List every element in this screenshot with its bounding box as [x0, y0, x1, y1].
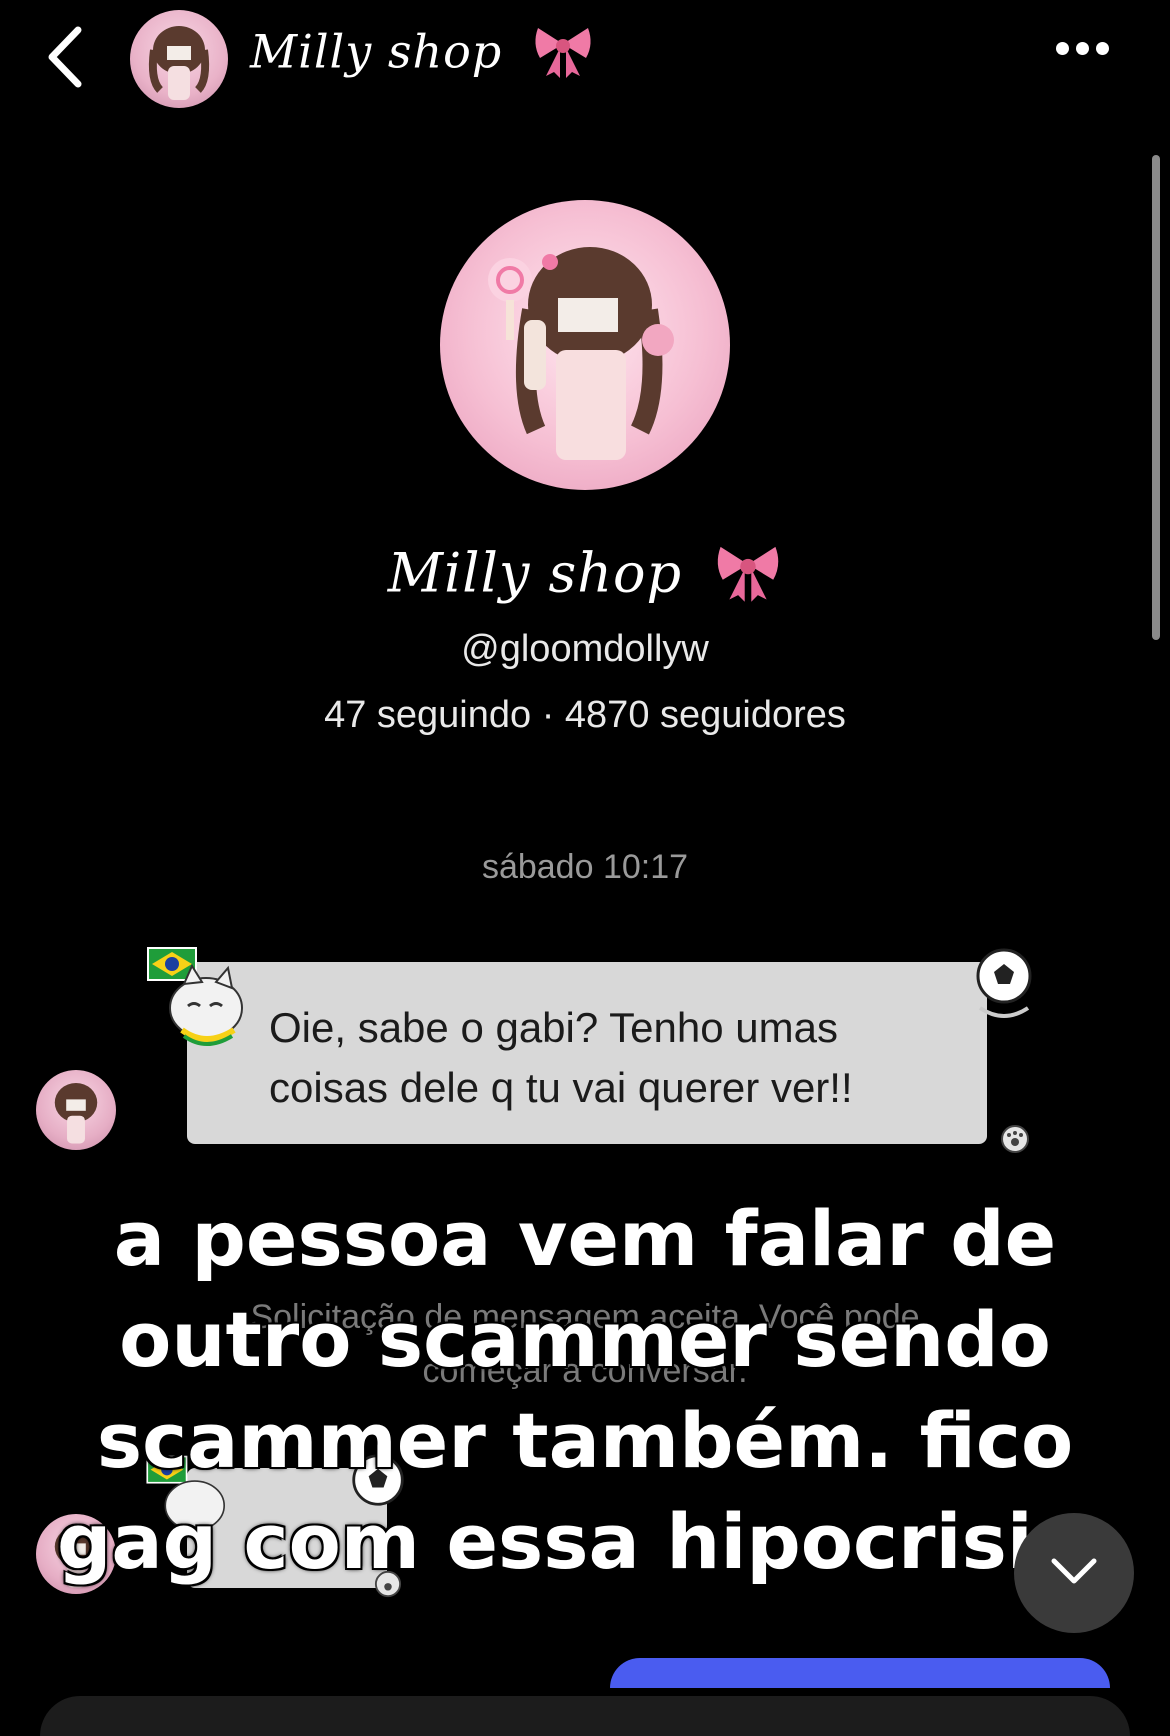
- sender-avatar[interactable]: [36, 1070, 116, 1150]
- profile-name: Milly shop: [0, 540, 1170, 615]
- message-text-line: Oie, sabe o gabi? Tenho umas: [269, 1004, 838, 1051]
- profile-stats: 47 seguindo · 4870 seguidores: [324, 694, 846, 736]
- send-action-bar[interactable]: [610, 1658, 1110, 1688]
- overlay-caption-line: a pessoa vem falar de: [113, 1194, 1057, 1283]
- message-timestamp: sábado 10:17: [481, 848, 689, 886]
- overlay-caption-line: gag com essa hipocrisia.: [56, 1497, 1114, 1586]
- cat-brazil-flag-sticker-icon: [144, 940, 254, 1055]
- chevron-down-icon: [1051, 1558, 1097, 1584]
- profile-name-text: Milly shop: [387, 541, 683, 605]
- profile-handle: @gloomdollyw: [461, 628, 709, 670]
- pink-bow-icon: [532, 22, 594, 89]
- chevron-left-icon: [48, 26, 82, 88]
- more-horizontal-icon: [1056, 42, 1069, 55]
- message-bubble[interactable]: Oie, sabe o gabi? Tenho umas coisas dele…: [187, 962, 987, 1144]
- chat-header: Milly shop: [0, 0, 1170, 115]
- header-avatar[interactable]: [130, 10, 228, 108]
- scroll-to-bottom-button[interactable]: [1014, 1513, 1134, 1633]
- message-text-line: coisas dele q tu vai querer ver!!: [269, 1064, 853, 1111]
- overlay-caption-line: scammer também. fico: [96, 1396, 1074, 1485]
- avatar-figure-icon: [54, 1083, 98, 1144]
- profile-avatar-figure-icon: [488, 247, 674, 460]
- header-title[interactable]: Milly shop: [250, 22, 594, 89]
- avatar-figure-icon: [148, 26, 210, 100]
- more-dot: [1076, 42, 1089, 55]
- header-title-text: Milly shop: [250, 24, 503, 79]
- paw-icon: [1000, 1124, 1030, 1159]
- message-text: Oie, sabe o gabi? Tenho umas coisas dele…: [269, 998, 853, 1118]
- more-options-button[interactable]: [1056, 42, 1120, 72]
- overlay-caption: a pessoa vem falar de outro scammer send…: [0, 1188, 1170, 1592]
- more-dot: [1096, 42, 1109, 55]
- pink-bow-icon: [714, 540, 782, 615]
- overlay-caption-line: outro scammer sendo: [119, 1295, 1051, 1384]
- message-input-bar[interactable]: [40, 1696, 1130, 1736]
- profile-avatar[interactable]: [440, 200, 730, 490]
- soccer-ball-icon: [974, 946, 1034, 1031]
- back-button[interactable]: [38, 22, 98, 92]
